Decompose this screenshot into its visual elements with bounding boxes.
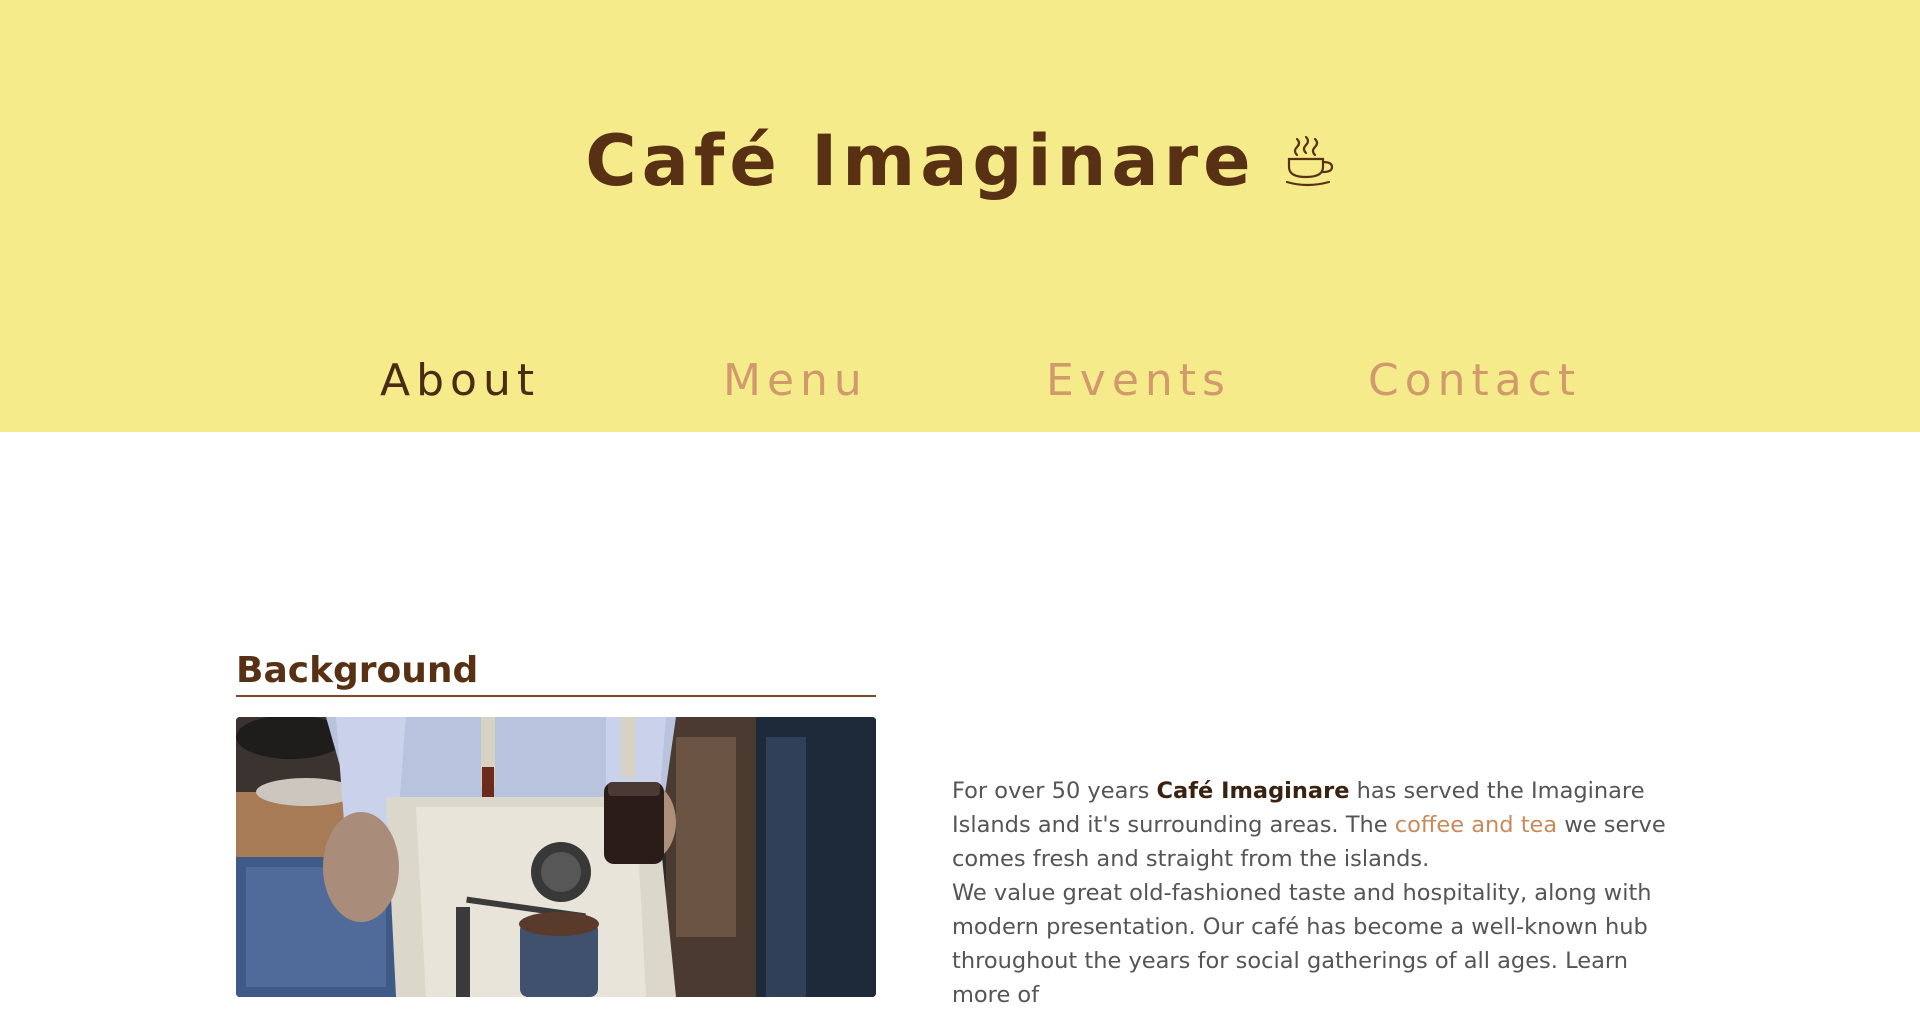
background-heading: Background: [236, 650, 876, 697]
brand: Café Imaginare: [0, 120, 1920, 202]
site-title: Café Imaginare: [585, 120, 1256, 202]
nav-events[interactable]: Events: [1046, 355, 1231, 406]
nav-about[interactable]: About: [380, 355, 540, 406]
background-paragraph-2: We value great old-fashioned taste and h…: [952, 880, 1652, 1008]
brand-name: Café Imaginare: [1156, 778, 1350, 804]
nav-contact[interactable]: Contact: [1368, 355, 1581, 406]
coffee-maker-photo: [236, 717, 876, 997]
coffee-cup-icon: [1283, 133, 1335, 189]
site-header: Café Imaginare About Menu Events Contact: [0, 0, 1920, 432]
nav-menu[interactable]: Menu: [723, 355, 868, 406]
main-nav: About Menu Events Contact: [0, 355, 1920, 415]
background-paragraph-1: For over 50 years Café Imaginare has ser…: [952, 774, 1692, 876]
coffee-and-tea-link[interactable]: coffee and tea: [1395, 812, 1557, 838]
background-description: For over 50 years Café Imaginare has ser…: [952, 774, 1692, 1012]
paragraph-text: For over 50 years: [952, 778, 1157, 804]
